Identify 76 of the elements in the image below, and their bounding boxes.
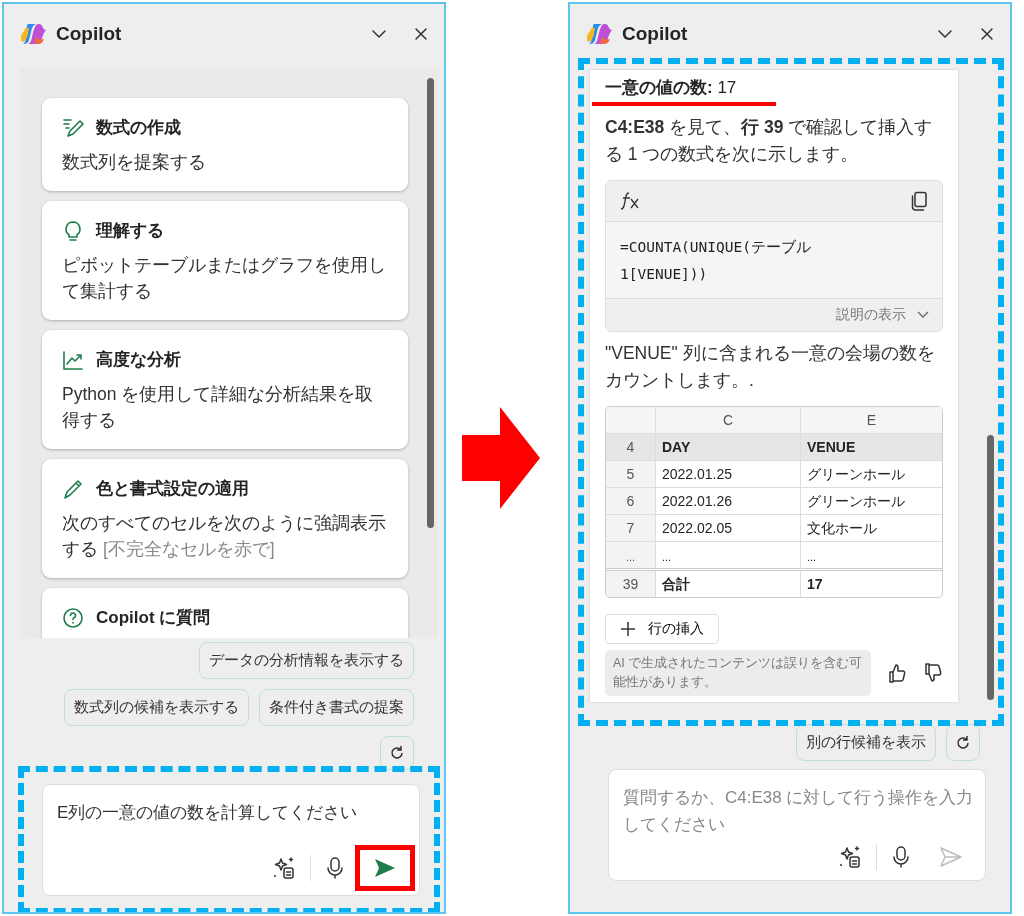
sparkle-prompt-icon[interactable] (272, 856, 296, 880)
table-cell: 17 (800, 571, 942, 597)
close-icon[interactable] (412, 25, 430, 43)
suggestion-card[interactable]: Copilot に質問 (42, 588, 408, 638)
plus-icon (620, 621, 636, 637)
table-cell: 2022.01.25 (655, 461, 800, 487)
card-description: 数式列を提案する (62, 151, 207, 174)
copilot-logo (20, 21, 46, 47)
thumbs-down-icon[interactable] (923, 663, 943, 683)
row-number: 7 (606, 515, 655, 541)
table-cell: ... (800, 542, 942, 568)
refresh-icon (954, 733, 972, 752)
panel-title: Copilot (56, 23, 122, 45)
card-description: ピボットテーブルまたはグラフを使用して集計する (62, 254, 387, 303)
corner-cell (606, 407, 655, 433)
formula-pen-icon (62, 116, 84, 139)
send-icon (939, 846, 963, 868)
table-cell: VENUE (800, 434, 942, 460)
card-title: 高度な分析 (96, 349, 181, 371)
refresh-button[interactable] (946, 724, 980, 761)
column-header: E (800, 407, 942, 433)
card-title: Copilot に質問 (96, 607, 211, 629)
disclaimer-text: AI で生成されたコンテンツは誤りを含む可能性があります。 (605, 650, 871, 696)
message-input[interactable]: 質問するか、C4:E38 に対して行う操作を入力してください (608, 769, 986, 881)
panel-title: Copilot (622, 23, 688, 45)
table-cell: 文化ホール (800, 515, 942, 541)
row-number: 4 (606, 434, 655, 460)
table-cell: 2022.02.05 (655, 515, 800, 541)
copy-icon[interactable] (910, 191, 928, 211)
table-cell: 合計 (655, 571, 800, 597)
suggestion-card[interactable]: 数式の作成 数式列を提案する (42, 98, 408, 191)
suggestion-chip[interactable]: 条件付き書式の提案 (259, 689, 414, 726)
row-number: ... (606, 542, 655, 568)
thumbs-up-icon[interactable] (887, 663, 907, 683)
refresh-button[interactable] (380, 736, 414, 770)
card-title: 数式の作成 (96, 117, 181, 139)
send-icon (373, 857, 397, 879)
table-cell: 2022.01.26 (655, 488, 800, 514)
table-cell: グリーンホール (800, 488, 942, 514)
response-text: C4:E38 を見て、行 39 で確認して挿入する 1 つの数式を次に示します。 (605, 116, 934, 166)
card-title: 色と書式設定の適用 (96, 478, 249, 500)
suggestion-card[interactable]: 高度な分析 Python を使用して詳細な分析結果を取得する (42, 330, 408, 449)
refresh-icon (388, 744, 406, 762)
column-header: C (655, 407, 800, 433)
row-number: 6 (606, 488, 655, 514)
scrollbar[interactable] (987, 435, 994, 700)
close-icon[interactable] (978, 25, 996, 43)
card-title: 理解する (96, 220, 164, 242)
card-description: Python を使用して詳細な分析結果を取得する (62, 383, 375, 432)
copilot-logo (586, 21, 612, 47)
result-heading: 一意の値の数: 17 (592, 70, 777, 106)
row-number: 39 (606, 571, 655, 597)
pencil-icon (62, 477, 84, 500)
message-input[interactable]: E列の一意の値の数を計算してください (42, 784, 420, 896)
insert-row-button[interactable]: 行の挿入 (605, 614, 719, 644)
row-number: 5 (606, 461, 655, 487)
sparkle-prompt-icon[interactable] (838, 845, 862, 869)
chevron-icon (916, 310, 930, 320)
response-text: "VENUE" 列に含まれる一意の会場の数をカウントします。. (605, 342, 936, 392)
show-explanation-button[interactable]: 説明の表示 (606, 298, 942, 331)
suggestion-chip[interactable]: 数式列の候補を表示する (64, 689, 249, 726)
line-chart-icon (62, 348, 84, 371)
suggestion-card[interactable]: 色と書式設定の適用 次のすべてのセルを次のように強調表示する [不完全なセルを赤で] (42, 459, 408, 578)
microphone-icon[interactable] (325, 856, 345, 880)
table-cell: グリーンホール (800, 461, 942, 487)
lightbulb-icon (62, 219, 84, 242)
question-icon (62, 606, 84, 629)
table-cell: ... (655, 542, 800, 568)
suggestion-chip[interactable]: 別の行候補を表示 (796, 724, 936, 761)
suggestion-card[interactable]: 理解する ピボットテーブルまたはグラフを使用して集計する (42, 201, 408, 320)
table-cell: DAY (655, 434, 800, 460)
card-description: 次のすべてのセルを次のように強調表示する [不完全なセルを赤で] (62, 512, 387, 561)
suggestion-chip[interactable]: データの分析情報を表示する (199, 642, 414, 679)
microphone-icon[interactable] (891, 845, 911, 869)
formula-text: =COUNTA(UNIQUE(テーブル1[VENUE])) (619, 238, 812, 284)
scrollbar[interactable] (427, 78, 434, 528)
